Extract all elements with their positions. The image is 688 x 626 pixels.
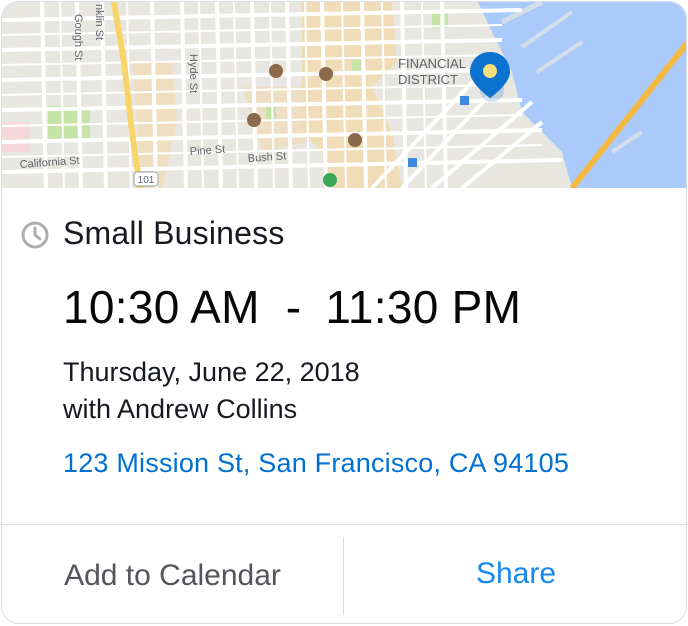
event-attendee: with Andrew Collins — [63, 394, 298, 424]
highway-shield: 101 — [138, 175, 155, 186]
location-map[interactable]: FINANCIAL DISTRICT California St Pine St… — [2, 2, 686, 188]
event-card: FINANCIAL DISTRICT California St Pine St… — [1, 1, 687, 624]
map-label-gough: Gough St — [72, 14, 84, 60]
map-label-financial-1: FINANCIAL — [398, 56, 466, 71]
map-label-franklin: nklin St — [93, 4, 105, 40]
event-date: Thursday, June 22, 2018 — [63, 357, 360, 387]
map-label-hyde: Hyde St — [187, 54, 199, 93]
time-separator: - — [285, 281, 302, 333]
action-bar: Add to Calendar Share — [2, 524, 686, 623]
map-label-financial-2: DISTRICT — [398, 72, 458, 87]
event-title: Small Business — [63, 215, 285, 251]
share-button[interactable]: Share — [344, 525, 686, 623]
map-graphic: FINANCIAL DISTRICT California St Pine St… — [2, 2, 686, 188]
end-time: 11:30 PM — [325, 281, 522, 333]
event-details: Small Business 10:30 AM -11:30 PM Thursda… — [2, 188, 686, 525]
start-time: 10:30 AM — [63, 281, 260, 333]
map-label-pine: Pine St — [189, 144, 225, 158]
address-link[interactable]: 123 Mission St, San Francisco, CA 94105 — [63, 448, 569, 479]
event-time-range: 10:30 AM -11:30 PM — [63, 280, 521, 334]
add-to-calendar-button[interactable]: Add to Calendar — [2, 525, 343, 623]
clock-icon — [21, 221, 49, 249]
